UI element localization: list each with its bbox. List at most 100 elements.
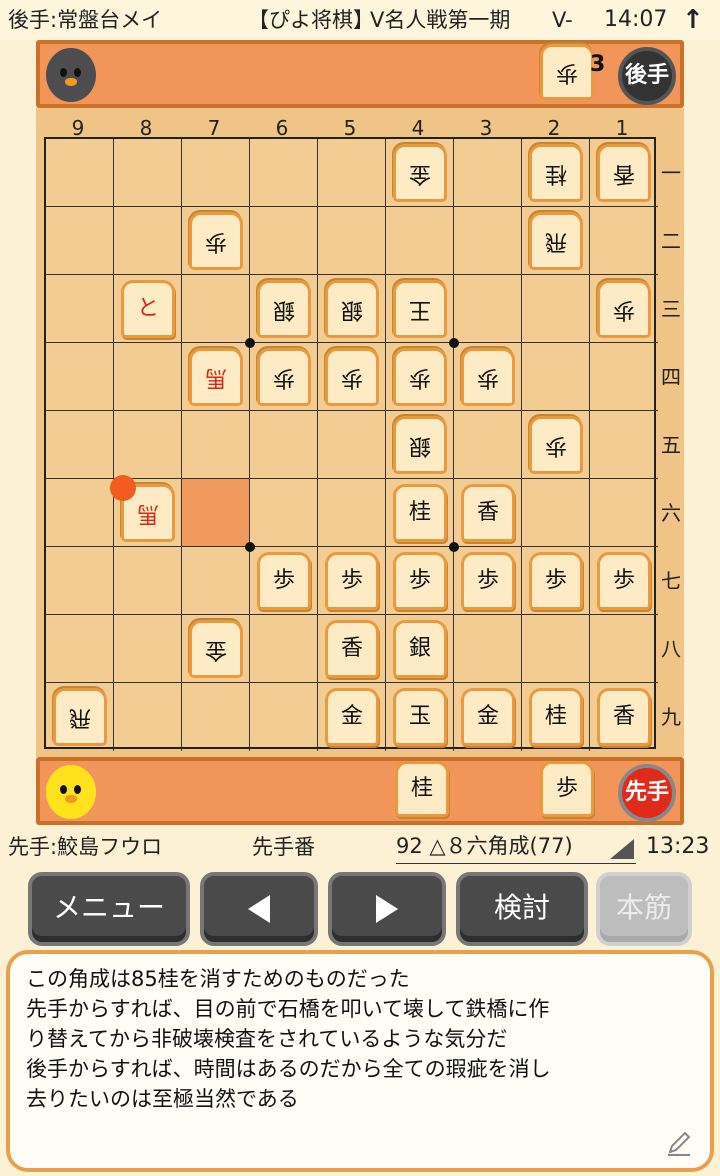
gote-piece[interactable]: 歩 xyxy=(325,348,379,406)
board-square[interactable] xyxy=(114,139,182,207)
board-square[interactable] xyxy=(114,343,182,411)
menu-button[interactable]: メニュー xyxy=(28,872,190,946)
board-square[interactable] xyxy=(46,343,114,411)
pencil-icon[interactable] xyxy=(664,1128,694,1158)
file-label: 1 xyxy=(615,116,629,140)
board-square[interactable] xyxy=(250,479,318,547)
board-square[interactable] xyxy=(454,411,522,479)
gote-piece[interactable]: 歩 xyxy=(393,348,447,406)
sente-piece[interactable]: 桂 xyxy=(529,688,583,746)
back-button[interactable] xyxy=(200,872,318,946)
board-square[interactable] xyxy=(522,343,590,411)
sente-piece[interactable]: と xyxy=(121,280,175,338)
sente-hand-knight[interactable]: 桂 xyxy=(395,761,449,817)
gote-piece[interactable]: 歩 xyxy=(529,416,583,474)
board-square[interactable] xyxy=(46,547,114,615)
board-square[interactable] xyxy=(114,547,182,615)
sente-piece[interactable]: 香 xyxy=(461,484,515,542)
move-marker-dot xyxy=(110,475,136,501)
gote-piece[interactable]: 桂 xyxy=(529,144,583,202)
sente-piece[interactable]: 桂 xyxy=(393,484,447,542)
board-square[interactable] xyxy=(590,615,658,683)
board-square[interactable] xyxy=(182,683,250,751)
sente-piece[interactable]: 香 xyxy=(325,620,379,678)
board-square[interactable] xyxy=(182,275,250,343)
board-square[interactable] xyxy=(250,207,318,275)
sente-piece[interactable]: 玉 xyxy=(393,688,447,746)
gote-piece[interactable]: 銀 xyxy=(393,416,447,474)
sente-piece[interactable]: 金 xyxy=(325,688,379,746)
rank-label: 一 xyxy=(661,161,681,185)
analyze-button[interactable]: 検討 xyxy=(456,872,588,946)
gote-piece[interactable]: 香 xyxy=(597,144,651,202)
board-square[interactable] xyxy=(114,683,182,751)
board-square[interactable] xyxy=(454,139,522,207)
gote-hand-pawn[interactable]: 歩 xyxy=(540,44,594,100)
board-square[interactable] xyxy=(522,479,590,547)
sente-hand-pawn[interactable]: 歩 xyxy=(540,761,594,817)
gote-piece[interactable]: 銀 xyxy=(325,280,379,338)
board-square[interactable] xyxy=(590,207,658,275)
board-square[interactable] xyxy=(522,275,590,343)
comment-line: 先手からすれば、目の前で石橋を叩いて壊して鉄橋に作 xyxy=(26,997,550,1021)
board-square[interactable] xyxy=(454,275,522,343)
gote-piece[interactable]: 飛 xyxy=(529,212,583,270)
last-move-dropdown[interactable]: 92 △８六角成(77) xyxy=(396,829,636,864)
board-square[interactable] xyxy=(318,479,386,547)
mainline-button[interactable]: 本筋 xyxy=(596,872,692,946)
gote-piece[interactable]: 馬 xyxy=(189,348,243,406)
board-square[interactable] xyxy=(114,207,182,275)
board-square[interactable] xyxy=(386,207,454,275)
board-square[interactable] xyxy=(590,411,658,479)
board-square[interactable] xyxy=(318,139,386,207)
board-square[interactable] xyxy=(250,411,318,479)
gote-piece[interactable]: 金 xyxy=(189,620,243,678)
board-square[interactable] xyxy=(590,479,658,547)
board-square[interactable] xyxy=(46,615,114,683)
sente-piece[interactable]: 歩 xyxy=(257,552,311,610)
board-square[interactable] xyxy=(250,615,318,683)
app-title: 【ぴよ将棋】 xyxy=(248,8,374,32)
sente-piece[interactable]: 歩 xyxy=(597,552,651,610)
board-square[interactable] xyxy=(46,411,114,479)
board-square[interactable] xyxy=(454,615,522,683)
board-square[interactable] xyxy=(182,411,250,479)
gote-piece[interactable]: 王 xyxy=(393,280,447,338)
gote-piece[interactable]: 銀 xyxy=(257,280,311,338)
dropdown-triangle-icon[interactable] xyxy=(610,839,634,859)
board-square[interactable] xyxy=(182,139,250,207)
board-square[interactable] xyxy=(46,479,114,547)
board-square[interactable] xyxy=(318,207,386,275)
sente-piece[interactable]: 香 xyxy=(597,688,651,746)
gote-piece[interactable]: 歩 xyxy=(597,280,651,338)
board-square[interactable] xyxy=(182,547,250,615)
gote-piece[interactable]: 金 xyxy=(393,144,447,202)
board-square[interactable] xyxy=(114,411,182,479)
forward-button[interactable] xyxy=(328,872,446,946)
board-square[interactable] xyxy=(318,411,386,479)
board-square[interactable] xyxy=(250,139,318,207)
board-square[interactable] xyxy=(46,207,114,275)
gote-piece[interactable]: 飛 xyxy=(53,688,107,746)
sente-piece[interactable]: 銀 xyxy=(393,620,447,678)
board-square[interactable] xyxy=(114,615,182,683)
board-square[interactable] xyxy=(46,275,114,343)
sente-piece[interactable]: 金 xyxy=(461,688,515,746)
board-square[interactable] xyxy=(250,683,318,751)
gote-player-name: 後手:常盤台メイ xyxy=(8,8,163,32)
up-arrow-icon[interactable]: ↑ xyxy=(682,0,704,40)
board-grid: 金桂香歩飛と銀銀王歩馬歩歩歩歩銀歩馬桂香歩歩歩歩歩歩金香銀飛金玉金桂香 xyxy=(44,137,658,751)
gote-piece[interactable]: 歩 xyxy=(189,212,243,270)
gote-piece[interactable]: 歩 xyxy=(461,348,515,406)
sente-piece[interactable]: 歩 xyxy=(529,552,583,610)
gote-piece[interactable]: 歩 xyxy=(257,348,311,406)
board-square[interactable] xyxy=(590,343,658,411)
sente-piece[interactable]: 歩 xyxy=(393,552,447,610)
board-square[interactable] xyxy=(46,139,114,207)
sente-piece[interactable]: 歩 xyxy=(325,552,379,610)
rank-label: 二 xyxy=(661,229,681,253)
sente-piece[interactable]: 歩 xyxy=(461,552,515,610)
last-move-highlight[interactable] xyxy=(182,479,250,547)
board-square[interactable] xyxy=(522,615,590,683)
board-square[interactable] xyxy=(454,207,522,275)
